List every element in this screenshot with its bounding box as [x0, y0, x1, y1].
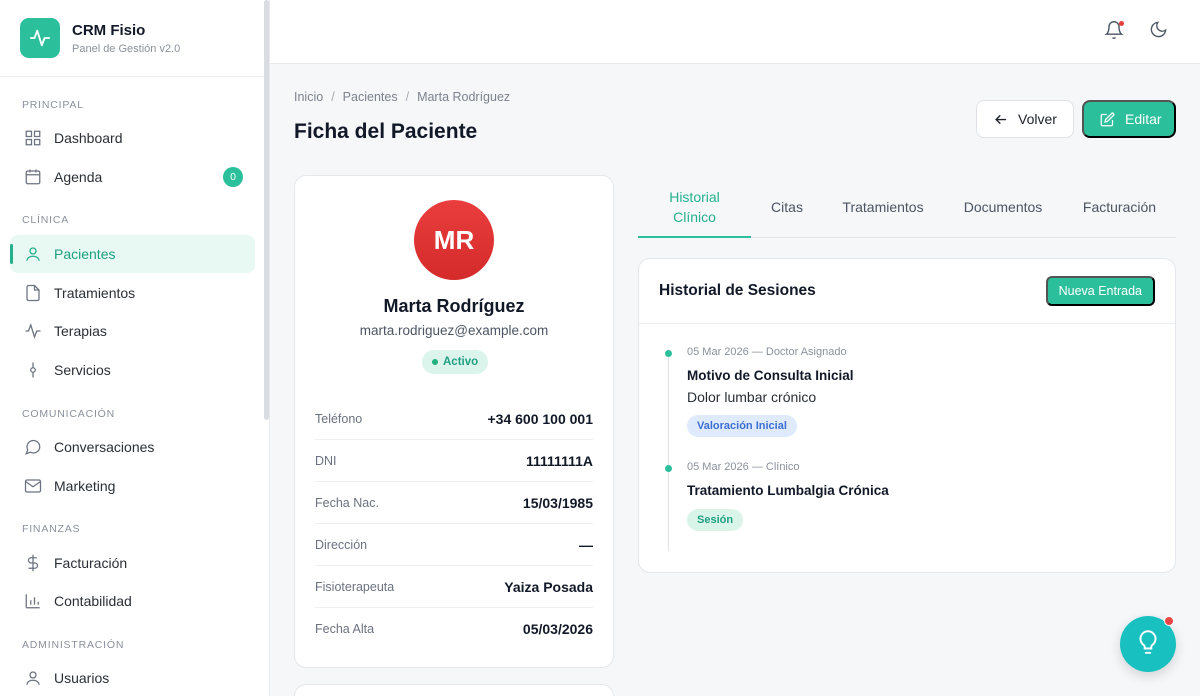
sidebar-item-label: Tratamientos [54, 285, 136, 301]
breadcrumb: Inicio / Pacientes / Marta Rodríguez [294, 90, 511, 104]
notifications-button[interactable] [1102, 20, 1126, 44]
lightbulb-icon [1135, 629, 1161, 660]
entry-tag: Valoración Inicial [687, 415, 797, 437]
back-button[interactable]: Volver [976, 100, 1074, 138]
entry-title: Motivo de Consulta Inicial [687, 368, 854, 383]
brand-subtitle: Panel de Gestión v2.0 [72, 42, 181, 55]
patient-tabs: Historial Clínico Citas Tratamientos Doc… [638, 177, 1176, 238]
sidebar-item-conversaciones[interactable]: Conversaciones [10, 428, 255, 466]
sidebar-item-tratamientos[interactable]: Tratamientos [10, 274, 255, 312]
sidebar-item-dashboard[interactable]: Dashboard [10, 119, 255, 157]
sidebar-item-label: Marketing [54, 478, 116, 494]
tab-citas[interactable]: Citas [751, 177, 823, 237]
topbar [270, 0, 1200, 64]
pulse-logo-icon [20, 18, 60, 58]
sidebar-item-label: Facturación [54, 555, 128, 571]
sessions-title: Historial de Sesiones [659, 282, 816, 299]
sidebar-item-facturacion[interactable]: Facturación [10, 544, 255, 582]
dollar-icon [24, 554, 42, 572]
secondary-card [294, 684, 614, 696]
sidebar-item-label: Agenda [54, 169, 103, 185]
fab-notification-dot [1164, 616, 1174, 626]
back-button-label: Volver [1018, 111, 1057, 127]
theme-toggle-button[interactable] [1146, 20, 1170, 44]
user-icon [24, 245, 42, 263]
activity-icon [24, 322, 42, 340]
section-principal: PRINCIPAL [22, 99, 84, 111]
patient-email: marta.rodriguez@example.com [359, 323, 549, 338]
timeline-dot [665, 350, 672, 357]
sidebar-item-servicios[interactable]: Servicios [10, 351, 255, 389]
bar-chart-icon [24, 592, 42, 610]
sidebar-item-agenda[interactable]: Agenda 0 [10, 158, 255, 196]
section-comunicacion: COMUNICACIÓN [22, 408, 116, 420]
help-fab-button[interactable] [1120, 616, 1176, 672]
edit-button-label: Editar [1125, 111, 1162, 127]
moon-icon [1149, 20, 1168, 44]
edit-button[interactable]: Editar [1082, 100, 1176, 138]
sidebar-item-label: Contabilidad [54, 593, 132, 609]
entry-description: Dolor lumbar crónico [687, 389, 817, 405]
sidebar-item-contabilidad[interactable]: Contabilidad [10, 582, 255, 620]
breadcrumb-inicio[interactable]: Inicio [294, 90, 323, 104]
timeline-dot [665, 465, 672, 472]
breadcrumb-current: Marta Rodríguez [417, 90, 511, 104]
sidebar-item-usuarios[interactable]: Usuarios [10, 659, 255, 696]
agenda-count-badge: 0 [223, 167, 243, 187]
patient-profile-card: MR Marta Rodríguez marta.rodriguez@examp… [294, 175, 614, 668]
info-row-telefono: Teléfono +34 600 100 001 [315, 398, 593, 440]
sidebar-item-label: Servicios [54, 362, 111, 378]
timeline-line [668, 349, 669, 551]
section-administracion: ADMINISTRACIÓN [22, 639, 125, 651]
tab-facturacion[interactable]: Facturación [1063, 177, 1176, 237]
sidebar: CRM Fisio Panel de Gestión v2.0 PRINCIPA… [0, 0, 270, 696]
entry-title: Tratamiento Lumbalgia Crónica [687, 483, 889, 498]
info-row-fecha-alta: Fecha Alta 05/03/2026 [315, 621, 593, 637]
section-clinica: CLÍNICA [22, 214, 70, 226]
sidebar-item-label: Dashboard [54, 130, 123, 146]
entry-meta: 05 Mar 2026 — Clínico [687, 461, 800, 473]
info-row-fisioterapeuta: Fisioterapeuta Yaiza Posada [315, 566, 593, 608]
mail-icon [24, 477, 42, 495]
sidebar-item-terapias[interactable]: Terapias [10, 312, 255, 350]
sidebar-item-label: Pacientes [54, 246, 116, 262]
arrow-left-icon [993, 112, 1008, 127]
git-commit-icon [24, 361, 42, 379]
sidebar-scrollbar[interactable] [264, 0, 269, 420]
section-finanzas: FINANZAS [22, 523, 81, 535]
sessions-card: Historial de Sesiones Nueva Entrada 05 M… [638, 258, 1176, 573]
sidebar-item-label: Usuarios [54, 670, 110, 686]
sidebar-item-label: Terapias [54, 323, 107, 339]
user-icon [24, 669, 42, 687]
info-row-direccion: Dirección — [315, 524, 593, 566]
file-icon [24, 284, 42, 302]
info-row-dni: DNI 11111111A [315, 440, 593, 482]
tab-documentos[interactable]: Documentos [943, 177, 1063, 237]
message-icon [24, 438, 42, 456]
tab-tratamientos[interactable]: Tratamientos [823, 177, 943, 237]
sidebar-item-pacientes[interactable]: Pacientes [10, 235, 255, 273]
avatar: MR [414, 200, 494, 280]
patient-name: Marta Rodríguez [383, 296, 525, 316]
status-badge: Activo [422, 350, 489, 374]
info-row-fecha-nac: Fecha Nac. 15/03/1985 [315, 482, 593, 524]
notification-dot [1119, 21, 1124, 26]
entry-meta: 05 Mar 2026 — Doctor Asignado [687, 346, 847, 358]
breadcrumb-pacientes[interactable]: Pacientes [343, 90, 398, 104]
grid-icon [24, 129, 42, 147]
sidebar-item-label: Conversaciones [54, 439, 155, 455]
tab-historial-clinico[interactable]: Historial Clínico [638, 177, 751, 238]
edit-icon [1100, 112, 1115, 127]
entry-tag: Sesión [687, 509, 744, 531]
brand[interactable]: CRM Fisio Panel de Gestión v2.0 [0, 0, 269, 77]
new-entry-button[interactable]: Nueva Entrada [1045, 276, 1155, 306]
page-title: Ficha del Paciente [294, 120, 478, 143]
calendar-icon [24, 168, 42, 186]
sidebar-item-marketing[interactable]: Marketing [10, 467, 255, 505]
brand-title: CRM Fisio [72, 21, 146, 39]
